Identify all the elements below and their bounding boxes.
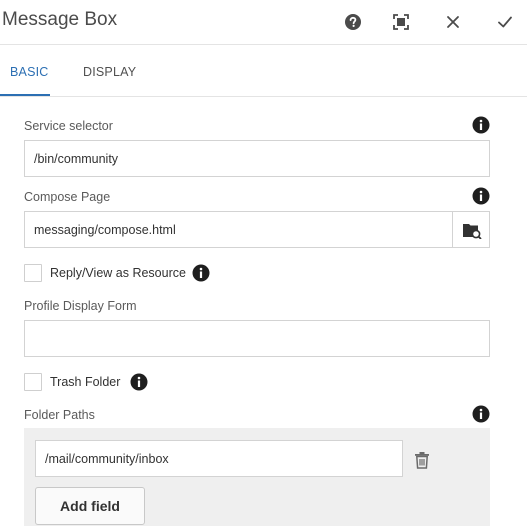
trash-folder-checkbox[interactable] bbox=[24, 373, 42, 391]
reply-view-checkbox[interactable] bbox=[24, 264, 42, 282]
service-selector-label: Service selector bbox=[24, 119, 113, 133]
info-icon[interactable] bbox=[472, 405, 490, 423]
trash-folder-label: Trash Folder bbox=[50, 375, 121, 389]
dialog-title: Message Box bbox=[2, 9, 118, 30]
add-field-button[interactable]: Add field bbox=[35, 487, 145, 525]
folder-search-icon bbox=[462, 223, 482, 239]
delete-field-button[interactable] bbox=[410, 448, 434, 472]
fullscreen-icon bbox=[393, 14, 409, 30]
reply-view-label: Reply/View as Resource bbox=[50, 266, 186, 280]
close-icon bbox=[447, 16, 459, 28]
info-icon[interactable] bbox=[472, 187, 490, 205]
help-icon bbox=[345, 14, 361, 30]
compose-page-value: messaging/compose.html bbox=[34, 222, 176, 237]
folder-path-value: /mail/community/inbox bbox=[45, 451, 169, 466]
fullscreen-button[interactable] bbox=[390, 11, 412, 33]
tab-bar: BASIC DISPLAY bbox=[0, 46, 527, 97]
profile-display-form-label: Profile Display Form bbox=[24, 299, 137, 313]
info-icon[interactable] bbox=[472, 116, 490, 134]
dialog-header: Message Box bbox=[0, 0, 527, 45]
info-icon[interactable] bbox=[192, 264, 210, 282]
help-button[interactable] bbox=[342, 11, 364, 33]
check-icon bbox=[498, 16, 512, 28]
compose-page-label: Compose Page bbox=[24, 190, 111, 204]
trash-icon bbox=[415, 452, 429, 469]
service-selector-input[interactable]: /bin/community bbox=[24, 140, 490, 177]
profile-display-form-input[interactable] bbox=[24, 320, 490, 357]
service-selector-value: /bin/community bbox=[34, 151, 119, 166]
active-tab-indicator bbox=[0, 94, 50, 96]
tab-display[interactable]: DISPLAY bbox=[83, 65, 136, 79]
close-button[interactable] bbox=[442, 11, 464, 33]
path-browse-button[interactable] bbox=[452, 211, 490, 248]
info-icon[interactable] bbox=[130, 373, 148, 391]
folder-paths-label: Folder Paths bbox=[24, 408, 95, 422]
folder-path-input[interactable]: /mail/community/inbox bbox=[35, 440, 403, 477]
compose-page-input[interactable]: messaging/compose.html bbox=[24, 211, 490, 248]
done-button[interactable] bbox=[494, 11, 516, 33]
tab-basic[interactable]: BASIC bbox=[10, 65, 49, 79]
